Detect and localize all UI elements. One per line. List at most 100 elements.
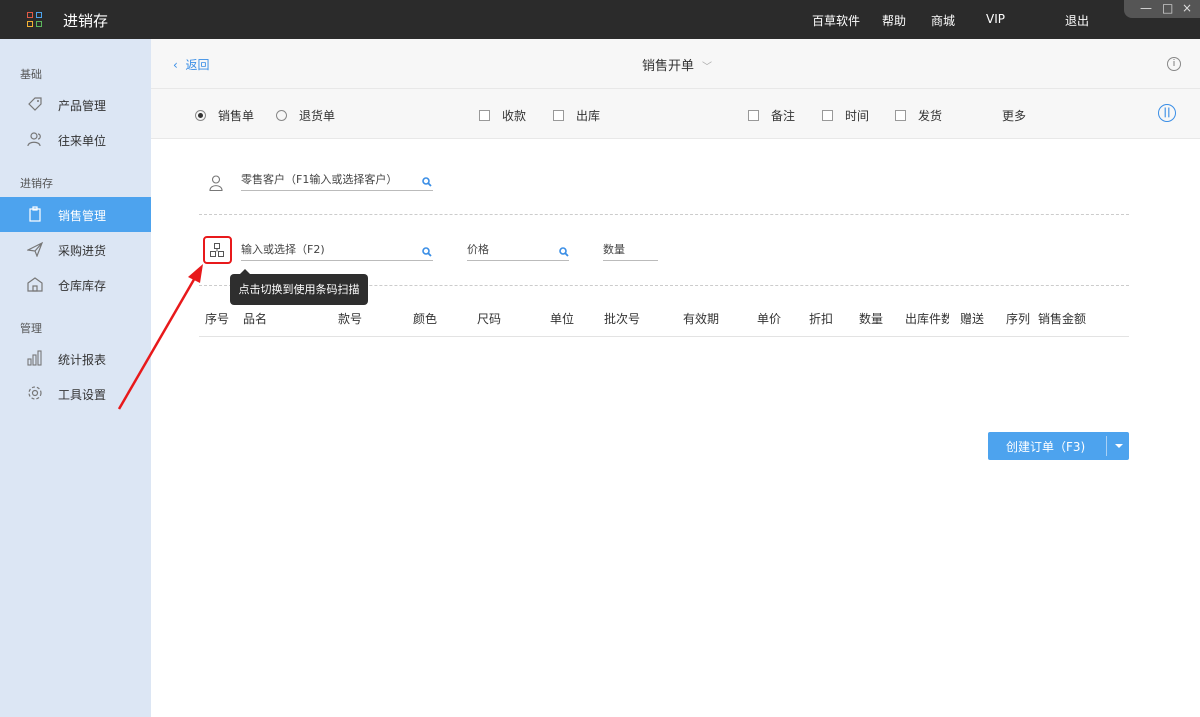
sidebar-item-label: 统计报表 <box>58 353 107 367</box>
checkbox-remark[interactable]: 备注 <box>748 107 795 124</box>
sidebar-item-contacts[interactable]: 往来单位 <box>0 122 151 157</box>
topnav-store[interactable]: 商城 <box>931 12 955 29</box>
bar-chart-icon <box>27 350 42 366</box>
sidebar-item-purchase[interactable]: 采购进货 <box>0 232 151 267</box>
page-title[interactable]: 销售开单 ﹀ <box>642 55 712 74</box>
customer-input[interactable]: 零售客户（F1输入或选择客户） <box>241 171 433 191</box>
search-icon[interactable] <box>559 247 569 257</box>
search-icon[interactable] <box>422 247 432 257</box>
checkbox-delivery[interactable]: 发货 <box>895 107 942 124</box>
create-order-button[interactable]: 创建订单（F3) <box>988 432 1129 460</box>
app-title: 进销存 <box>63 12 109 30</box>
checkbox-label: 备注 <box>771 109 796 123</box>
radio-icon <box>195 110 206 121</box>
topnav-help[interactable]: 帮助 <box>882 12 906 29</box>
checkbox-time[interactable]: 时间 <box>822 107 869 124</box>
price-placeholder: 价格 <box>467 243 489 256</box>
table-header-divider <box>199 336 1129 337</box>
create-order-label: 创建订单（F3) <box>1006 440 1086 454</box>
sidebar: 基础 产品管理 往来单位 进销存 销售管理 采购进货 仓库库存 管理 统计报表 … <box>0 39 151 717</box>
radio-label: 销售单 <box>218 109 255 123</box>
sidebar-group-manage: 管理 <box>20 322 42 335</box>
app-logo-icon <box>27 12 43 28</box>
radio-sales-order[interactable]: 销售单 <box>195 107 254 124</box>
column-header: 品名 <box>243 312 268 326</box>
topnav-vip[interactable]: VIP <box>986 12 1005 26</box>
quantity-placeholder: 数量 <box>603 243 625 256</box>
radio-return-order[interactable]: 退货单 <box>276 107 335 124</box>
checkbox-icon <box>553 110 564 121</box>
checkbox-label: 时间 <box>845 109 870 123</box>
column-header: 尺码 <box>477 312 502 326</box>
pause-icon[interactable]: || <box>1158 104 1176 122</box>
quantity-input[interactable]: 数量 <box>603 241 658 261</box>
topnav-baicao[interactable]: 百草软件 <box>812 12 860 29</box>
column-header: 有效期 <box>683 312 720 326</box>
sidebar-item-label: 采购进货 <box>58 244 107 258</box>
price-input[interactable]: 价格 <box>467 241 569 261</box>
sidebar-item-products[interactable]: 产品管理 <box>0 87 151 122</box>
sidebar-group-basic: 基础 <box>20 68 42 81</box>
sidebar-item-label: 往来单位 <box>58 134 107 148</box>
barcode-toggle-button[interactable] <box>203 236 232 264</box>
column-header: 数量 <box>859 312 884 326</box>
sidebar-item-label: 销售管理 <box>58 209 107 223</box>
radio-label: 退货单 <box>299 109 336 123</box>
checkbox-payment[interactable]: 收款 <box>479 107 526 124</box>
tooltip: 点击切换到使用条码扫描 <box>230 269 368 305</box>
clipboard-icon <box>29 206 41 222</box>
checkbox-icon <box>748 110 759 121</box>
column-header: 销售金额 <box>1038 312 1087 326</box>
sidebar-item-settings[interactable]: 工具设置 <box>0 376 151 411</box>
chevron-down-icon: ﹀ <box>702 62 713 73</box>
sidebar-item-warehouse[interactable]: 仓库库存 <box>0 267 151 302</box>
info-icon[interactable]: i <box>1167 57 1181 71</box>
column-header: 折扣 <box>809 312 834 326</box>
radio-icon <box>276 110 287 121</box>
tag-icon <box>28 97 42 111</box>
sidebar-item-label: 产品管理 <box>58 99 107 113</box>
user-icon <box>209 175 223 191</box>
checkbox-label: 发货 <box>918 109 943 123</box>
sidebar-item-sales[interactable]: 销售管理 <box>0 197 151 232</box>
more-button[interactable]: 更多 <box>1002 107 1026 124</box>
product-input[interactable]: 输入或选择（F2) <box>241 241 433 261</box>
column-header: 单位 <box>550 312 575 326</box>
warehouse-icon <box>27 277 43 292</box>
sidebar-item-label: 仓库库存 <box>58 279 107 293</box>
customer-placeholder: 零售客户（F1输入或选择客户） <box>241 173 398 186</box>
sidebar-group-inventory: 进销存 <box>20 177 53 190</box>
sidebar-item-label: 工具设置 <box>58 388 107 402</box>
checkbox-outbound[interactable]: 出库 <box>553 107 600 124</box>
column-header: 批次号 <box>604 312 641 326</box>
checkbox-icon <box>895 110 906 121</box>
product-placeholder: 输入或选择（F2) <box>241 243 325 256</box>
column-header: 序列 <box>1006 312 1031 326</box>
back-button[interactable]: ‹ 返回 <box>173 56 209 73</box>
column-header: 颜色 <box>413 312 438 326</box>
gear-icon <box>28 386 42 400</box>
close-icon[interactable]: × <box>1182 1 1192 15</box>
window-controls: — □ × <box>1124 0 1200 18</box>
options-bar: 销售单 退货单 收款 出库 备注 时间 发货 更多 || <box>151 89 1200 139</box>
divider <box>199 214 1129 215</box>
column-header: 款号 <box>338 312 363 326</box>
chevron-left-icon: ‹ <box>173 58 178 72</box>
topnav-logout[interactable]: 退出 <box>1065 12 1089 29</box>
plane-icon <box>27 241 43 257</box>
sidebar-item-reports[interactable]: 统计报表 <box>0 341 151 376</box>
caret-down-icon[interactable] <box>1115 444 1123 448</box>
page-header: ‹ 返回 销售开单 ﹀ i <box>151 39 1200 89</box>
barcode-scan-icon <box>210 243 224 257</box>
maximize-icon[interactable]: □ <box>1162 1 1173 15</box>
back-label: 返回 <box>185 58 210 72</box>
contacts-icon <box>27 132 41 147</box>
search-icon[interactable] <box>422 177 432 187</box>
column-header: 出库件数 <box>905 312 949 326</box>
checkbox-icon <box>822 110 833 121</box>
checkbox-icon <box>479 110 490 121</box>
checkbox-label: 出库 <box>576 109 601 123</box>
page-title-text: 销售开单 <box>642 59 695 74</box>
column-header: 赠送 <box>960 312 985 326</box>
minimize-icon[interactable]: — <box>1140 1 1152 15</box>
